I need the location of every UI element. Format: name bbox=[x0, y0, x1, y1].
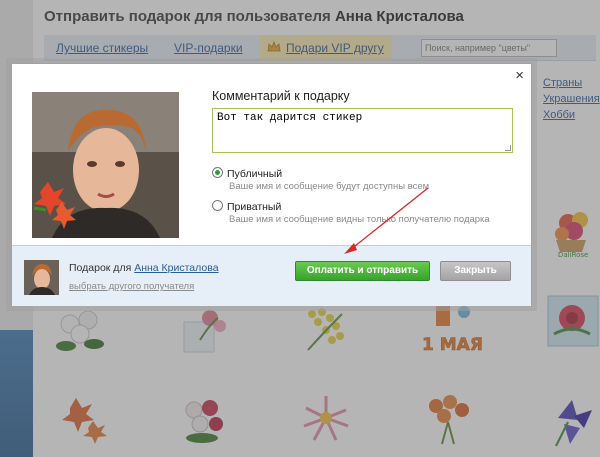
resize-grip-icon[interactable] bbox=[505, 145, 511, 151]
comment-text: Вот так дарится стикер bbox=[217, 112, 363, 124]
avatar bbox=[24, 260, 59, 295]
comment-label: Комментарий к подарку bbox=[212, 89, 350, 103]
radio-private[interactable]: Приватный Ваше имя и сообщение видны тол… bbox=[212, 200, 490, 225]
radio-checked-icon[interactable] bbox=[212, 167, 223, 178]
radio-public-label: Публичный bbox=[227, 168, 283, 180]
change-recipient-link[interactable]: выбрать другого получателя bbox=[69, 281, 194, 292]
pay-and-send-button[interactable]: Оплатить и отправить bbox=[295, 261, 430, 281]
gift-recipient-line: Подарок для Анна Кристалова bbox=[69, 262, 219, 274]
radio-private-label: Приватный bbox=[227, 201, 282, 213]
recipient-link[interactable]: Анна Кристалова bbox=[134, 262, 218, 274]
close-icon[interactable]: × bbox=[515, 68, 524, 84]
close-button[interactable]: Закрыть bbox=[440, 261, 511, 281]
comment-textarea[interactable]: Вот так дарится стикер bbox=[212, 108, 513, 153]
radio-private-hint: Ваше имя и сообщение видны только получа… bbox=[229, 214, 490, 225]
gift-modal: × Комментарий к подарку Вот так дарится … bbox=[11, 63, 532, 306]
radio-public[interactable]: Публичный Ваше имя и сообщение будут дос… bbox=[212, 167, 429, 192]
modal-footer: Подарок для Анна Кристалова выбрать друг… bbox=[12, 245, 531, 306]
radio-unchecked-icon[interactable] bbox=[212, 200, 223, 211]
recipient-photo bbox=[32, 92, 179, 238]
gift-for-label: Подарок для bbox=[69, 262, 132, 274]
radio-public-hint: Ваше имя и сообщение будут доступны всем bbox=[229, 181, 430, 192]
